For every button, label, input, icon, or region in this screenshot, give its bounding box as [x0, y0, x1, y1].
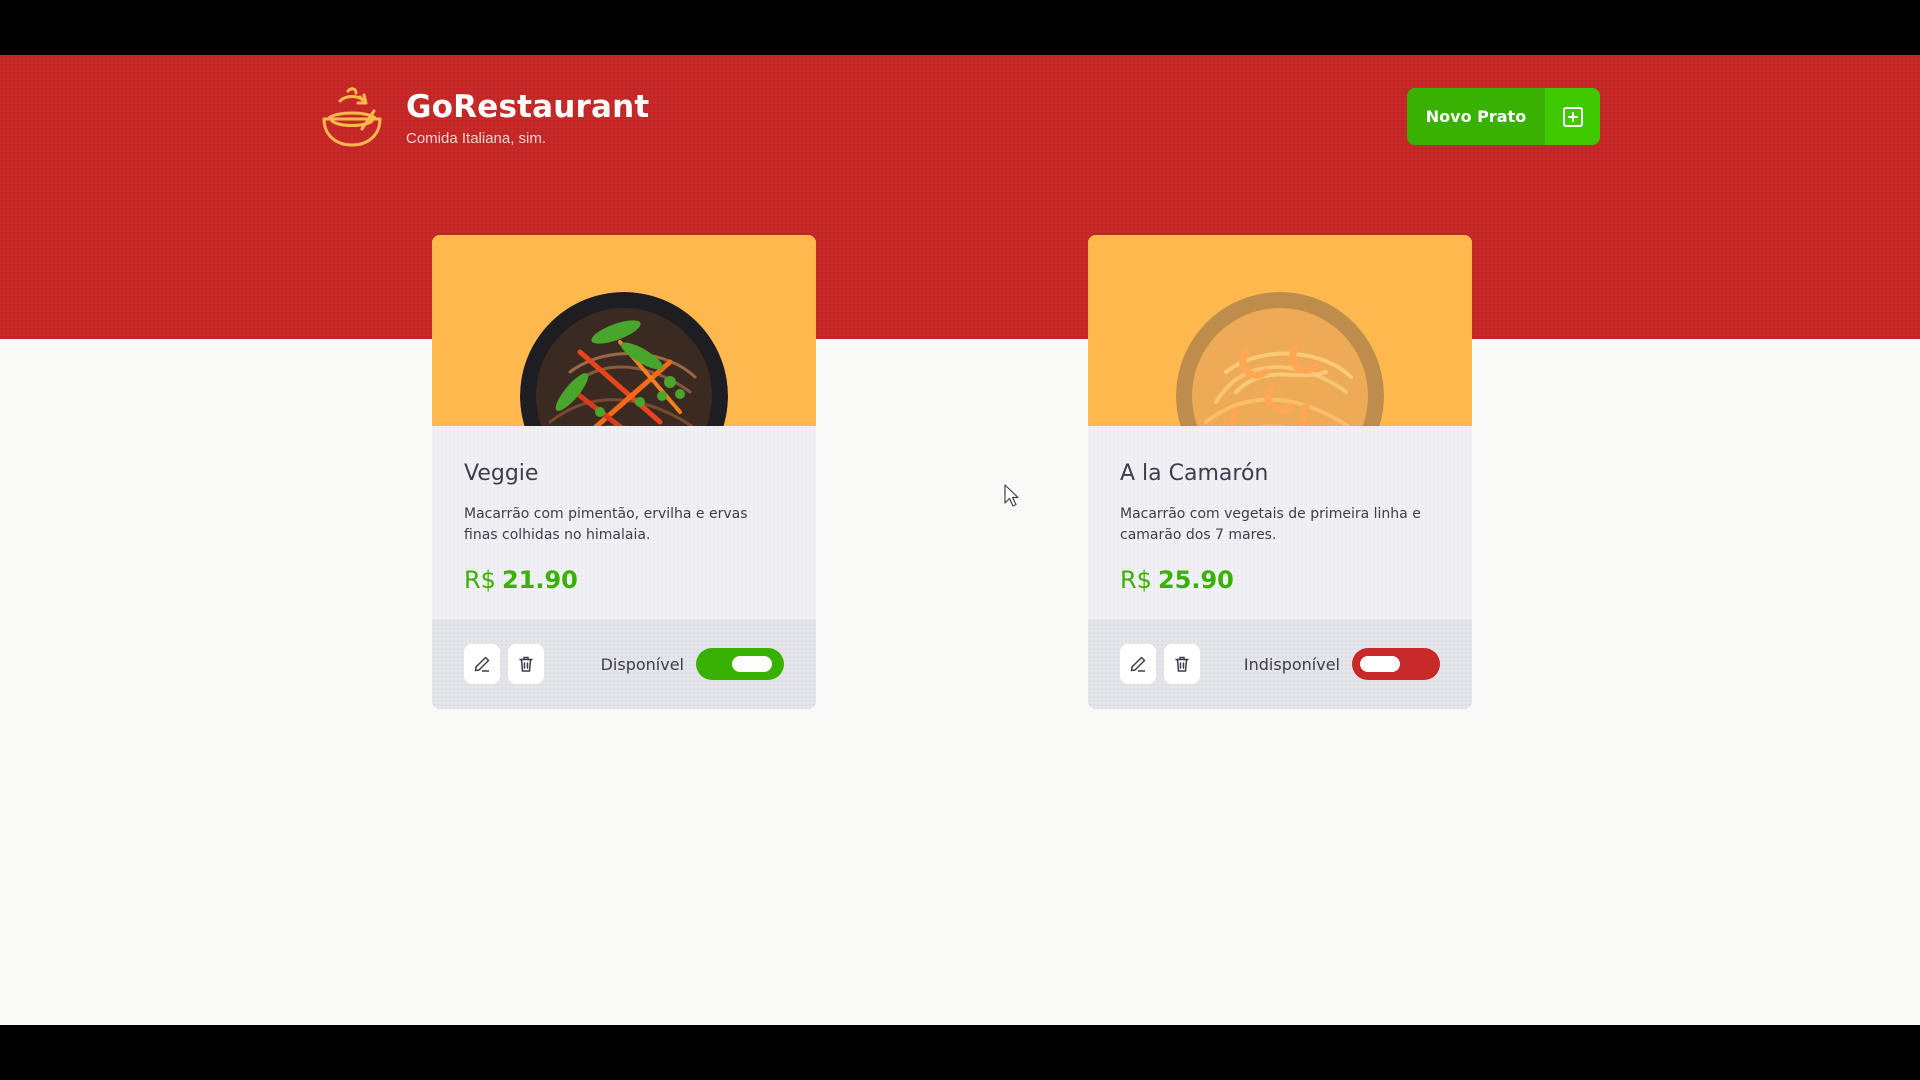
bottom-letterbox [0, 1025, 1920, 1080]
availability-toggle[interactable] [696, 648, 784, 680]
food-card: Veggie Macarrão com pimentão, ervilha e … [432, 235, 816, 709]
availability: Disponível [601, 648, 784, 680]
trash-icon [1175, 656, 1189, 672]
food-actions: Disponível [432, 619, 816, 709]
app-title: GoRestaurant [406, 88, 650, 125]
food-price-value: 21.90 [501, 566, 578, 594]
noodles-plate-image [520, 292, 728, 426]
edit-food-button[interactable] [464, 644, 500, 684]
food-details: A la Camarón Macarrão com vegetais de pr… [1088, 426, 1472, 619]
food-description: Macarrão com vegetais de primeira linha … [1120, 506, 1421, 543]
pencil-icon [474, 656, 490, 672]
food-card: A la Camarón Macarrão com vegetais de pr… [1088, 235, 1472, 709]
food-price-currency: R$ [1120, 566, 1152, 594]
availability-label: Indisponível [1243, 654, 1340, 674]
pencil-icon [1130, 656, 1146, 672]
food-price: R$ 25.90 [1120, 566, 1440, 594]
new-dish-button-label: Novo Prato [1425, 107, 1527, 126]
header: GoRestaurant Comida Italiana, sim. Novo … [0, 55, 1920, 339]
brand-text: GoRestaurant Comida Italiana, sim. [406, 88, 649, 147]
app-subtitle: Comida Italiana, sim. [406, 129, 547, 147]
food-price-value: 25.90 [1157, 566, 1234, 594]
bowl-icon [322, 87, 382, 147]
toggle-knob [1360, 656, 1400, 672]
mouse-cursor-icon [1004, 484, 1019, 507]
delete-food-button[interactable] [1164, 644, 1200, 684]
toggle-knob [732, 656, 772, 672]
availability: Indisponível [1244, 648, 1440, 680]
availability-label: Disponível [600, 654, 684, 674]
food-name: Veggie [464, 461, 539, 486]
food-details: Veggie Macarrão com pimentão, ervilha e … [432, 426, 816, 619]
delete-food-button[interactable] [508, 644, 544, 684]
new-dish-button[interactable]: Novo Prato [1407, 88, 1600, 145]
trash-icon [519, 656, 533, 672]
food-description: Macarrão com pimentão, ervilha e ervas f… [464, 506, 748, 543]
top-letterbox [0, 0, 1920, 55]
brand: GoRestaurant Comida Italiana, sim. [318, 83, 649, 151]
edit-food-button[interactable] [1120, 644, 1156, 684]
food-image [1088, 235, 1472, 426]
food-image [432, 235, 816, 426]
food-name: A la Camarón [1120, 461, 1269, 486]
food-price-currency: R$ [464, 566, 496, 594]
food-price: R$ 21.90 [464, 566, 784, 594]
plus-square-icon [1545, 88, 1600, 145]
food-actions: Indisponível [1088, 619, 1472, 709]
shrimp-pasta-plate-image [1176, 292, 1384, 426]
app: GoRestaurant Comida Italiana, sim. Novo … [0, 55, 1920, 1025]
availability-toggle[interactable] [1352, 648, 1440, 680]
